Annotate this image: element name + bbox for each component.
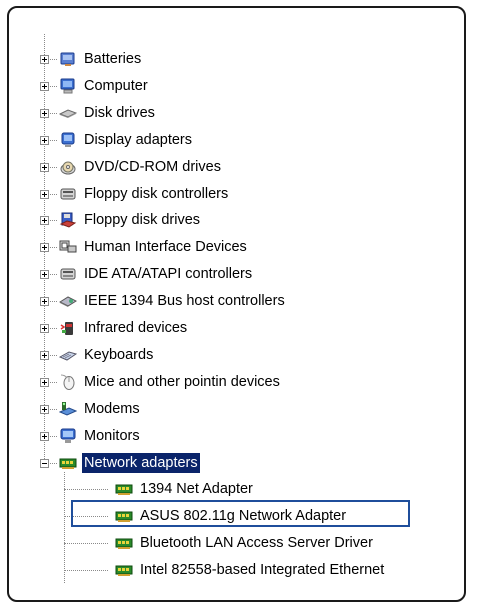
tree-item-batteries[interactable]: Batteries: [59, 48, 143, 70]
tree-item-label: 1394 Net Adapter: [140, 481, 253, 498]
tree-item-human-interface-devices[interactable]: Human Interface Devices: [59, 236, 249, 258]
tree-child-line: [64, 471, 65, 584]
infrared-icon: [59, 319, 77, 337]
tree-item-modems[interactable]: Modems: [58, 398, 142, 420]
tree-item-label: IEEE 1394 Bus host controllers: [84, 293, 285, 310]
tree-connector: [64, 570, 108, 572]
tree-item-infrared-devices[interactable]: Infrared devices: [59, 317, 189, 339]
expand-toggle-display-adapters[interactable]: [40, 135, 49, 145]
tree-item-label: Display adapters: [84, 131, 192, 148]
expand-toggle-floppy-disk-drives[interactable]: [40, 216, 49, 226]
expand-toggle-computer[interactable]: [40, 81, 49, 91]
expand-toggle-human-interface-devices[interactable]: [40, 243, 49, 253]
expand-toggle-floppy-disk-controllers[interactable]: [40, 189, 49, 199]
tree-item-floppy-disk-drives[interactable]: Floppy disk drives: [59, 209, 202, 231]
expand-toggle-modems[interactable]: [40, 404, 49, 414]
tree-item-keyboards[interactable]: Keyboards: [58, 344, 155, 366]
tree-item-floppy-disk-controllers[interactable]: Floppy disk controllers: [59, 183, 230, 205]
expand-toggle-monitors[interactable]: [40, 431, 49, 441]
tree-item-1394-net-adapter[interactable]: 1394 Net Adapter: [115, 478, 255, 500]
tree-item-label: Keyboards: [84, 346, 154, 363]
tree-item-label: Infrared devices: [84, 320, 188, 336]
floppy-drive-icon: [59, 211, 77, 229]
expand-toggle-batteries[interactable]: [40, 55, 49, 64]
tree-connector: [64, 543, 108, 545]
tree-item-label: Disk drives: [84, 104, 155, 121]
collapse-toggle-network-adapters[interactable]: [40, 458, 49, 468]
tree-item-label: Batteries: [84, 51, 142, 67]
tree-item-label: Floppy disk controllers: [84, 185, 229, 202]
tree-item-label: DVD/CD-ROM drives: [84, 158, 221, 175]
highlight-box: [71, 500, 410, 527]
tree-item-intel-82558-based-integrated-ethernet[interactable]: Intel 82558-based Integrated Ethernet: [115, 559, 386, 581]
tree-item-mice-and-other-pointin-devices[interactable]: Mice and other pointin devices: [59, 371, 282, 393]
mouse-icon: [59, 373, 77, 391]
ieee1394-icon: [58, 292, 78, 310]
modem-icon: [58, 400, 78, 418]
tree-item-label: Monitors: [84, 427, 140, 444]
expand-toggle-disk-drives[interactable]: [40, 108, 49, 118]
expand-toggle-keyboards[interactable]: [40, 350, 49, 360]
monitor-icon: [59, 427, 77, 445]
floppy-controller-icon: [59, 185, 77, 203]
expand-toggle-mice-and-other-pointin-devices[interactable]: [40, 377, 49, 387]
tree-item-label: Intel 82558-based Integrated Ethernet: [140, 562, 385, 579]
tree-item-bluetooth-lan-access-server-driver[interactable]: Bluetooth LAN Access Server Driver: [115, 532, 375, 554]
tree-item-disk-drives[interactable]: Disk drives: [58, 102, 157, 124]
network-card-icon: [115, 480, 133, 498]
tree-item-ieee-1394-bus-host-controllers[interactable]: IEEE 1394 Bus host controllers: [58, 290, 287, 312]
tree-item-label: Mice and other pointin devices: [84, 373, 280, 390]
tree-item-display-adapters[interactable]: Display adapters: [59, 129, 194, 151]
network-card-icon: [115, 561, 133, 579]
tree-item-monitors[interactable]: Monitors: [59, 425, 142, 447]
dvd-drive-icon: [59, 158, 77, 176]
expand-toggle-infrared-devices[interactable]: [40, 324, 49, 333]
computer-icon: [59, 77, 77, 95]
display-adapter-icon: [59, 131, 77, 149]
tree-item-label: IDE ATA/ATAPI controllers: [84, 266, 253, 283]
disk-drive-icon: [58, 104, 78, 122]
tree-connector: [64, 489, 108, 491]
expand-toggle-ieee-1394-bus-host-controllers[interactable]: [40, 297, 49, 307]
tree-item-label: Bluetooth LAN Access Server Driver: [140, 535, 373, 552]
hid-icon: [59, 238, 77, 256]
tree-item-label: Human Interface Devices: [84, 239, 247, 256]
ide-controller-icon: [59, 265, 77, 283]
tree-item-label: Network adapters: [82, 452, 200, 473]
keyboard-icon: [58, 346, 78, 364]
tree-item-dvd-cd-rom-drives[interactable]: DVD/CD-ROM drives: [59, 156, 223, 178]
expand-toggle-ide-ata-atapi-controllers[interactable]: [40, 270, 49, 280]
tree-item-label: Modems: [84, 400, 140, 417]
expand-toggle-dvd-cd-rom-drives[interactable]: [40, 162, 49, 172]
tree-item-computer[interactable]: Computer: [59, 75, 150, 97]
battery-icon: [59, 50, 77, 68]
network-card-icon: [115, 534, 133, 552]
tree-item-label: Computer: [84, 77, 148, 94]
network-adapter-icon: [59, 454, 77, 472]
tree-item-network-adapters[interactable]: Network adapters: [59, 452, 200, 474]
tree-item-label: Floppy disk drives: [84, 212, 201, 229]
tree-item-ide-ata-atapi-controllers[interactable]: IDE ATA/ATAPI controllers: [59, 263, 254, 285]
